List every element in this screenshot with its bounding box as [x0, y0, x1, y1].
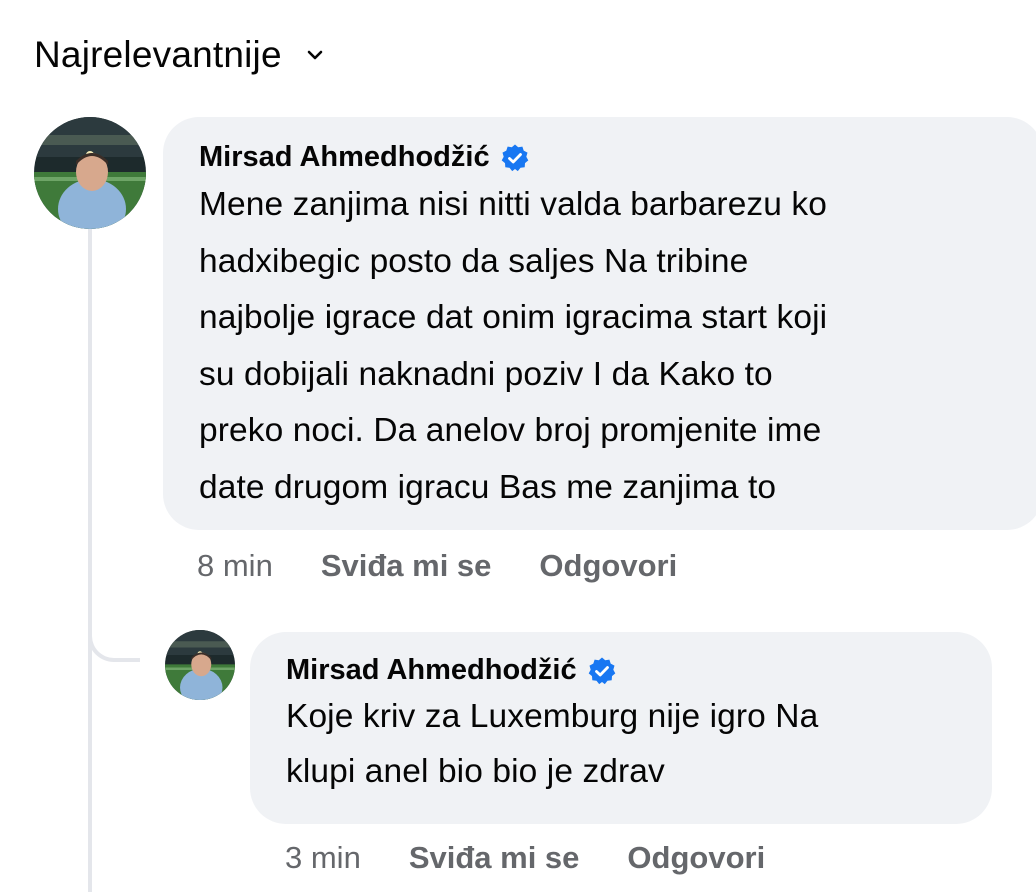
- avatar[interactable]: [34, 117, 146, 229]
- reply-actions: 3 min Sviđa mi se Odgovori: [285, 840, 765, 876]
- thread-line: [88, 228, 92, 892]
- comment-actions: 8 min Sviđa mi se Odgovori: [197, 548, 677, 584]
- reply-reply-button[interactable]: Odgovori: [627, 840, 765, 876]
- reply-text: Koje kriv za Luxemburg nije igro Na klup…: [286, 698, 819, 790]
- comment-timestamp[interactable]: 8 min: [197, 548, 273, 584]
- reply-button[interactable]: Odgovori: [539, 548, 677, 584]
- reply-bubble: Mirsad Ahmedhodžić Koje kriv za Luxembur…: [250, 632, 992, 824]
- chevron-down-icon: [304, 44, 326, 66]
- sort-label: Najrelevantnije: [34, 34, 282, 75]
- reply-timestamp[interactable]: 3 min: [285, 840, 361, 876]
- reply-like-button[interactable]: Sviđa mi se: [409, 840, 580, 876]
- reply-avatar[interactable]: [165, 630, 235, 700]
- comment-text: Mene zanjima nisi nitti valda barbarezu …: [199, 186, 828, 506]
- thread-connector: [88, 600, 140, 662]
- verified-badge-icon: [587, 656, 617, 686]
- sort-dropdown[interactable]: Najrelevantnije: [34, 34, 326, 76]
- like-button[interactable]: Sviđa mi se: [321, 548, 492, 584]
- comment-author[interactable]: Mirsad Ahmedhodžić: [199, 141, 490, 174]
- reply-author[interactable]: Mirsad Ahmedhodžić: [286, 654, 577, 687]
- verified-badge-icon: [500, 143, 530, 173]
- comment-bubble: Mirsad Ahmedhodžić Mene zanjima nisi nit…: [163, 117, 1036, 530]
